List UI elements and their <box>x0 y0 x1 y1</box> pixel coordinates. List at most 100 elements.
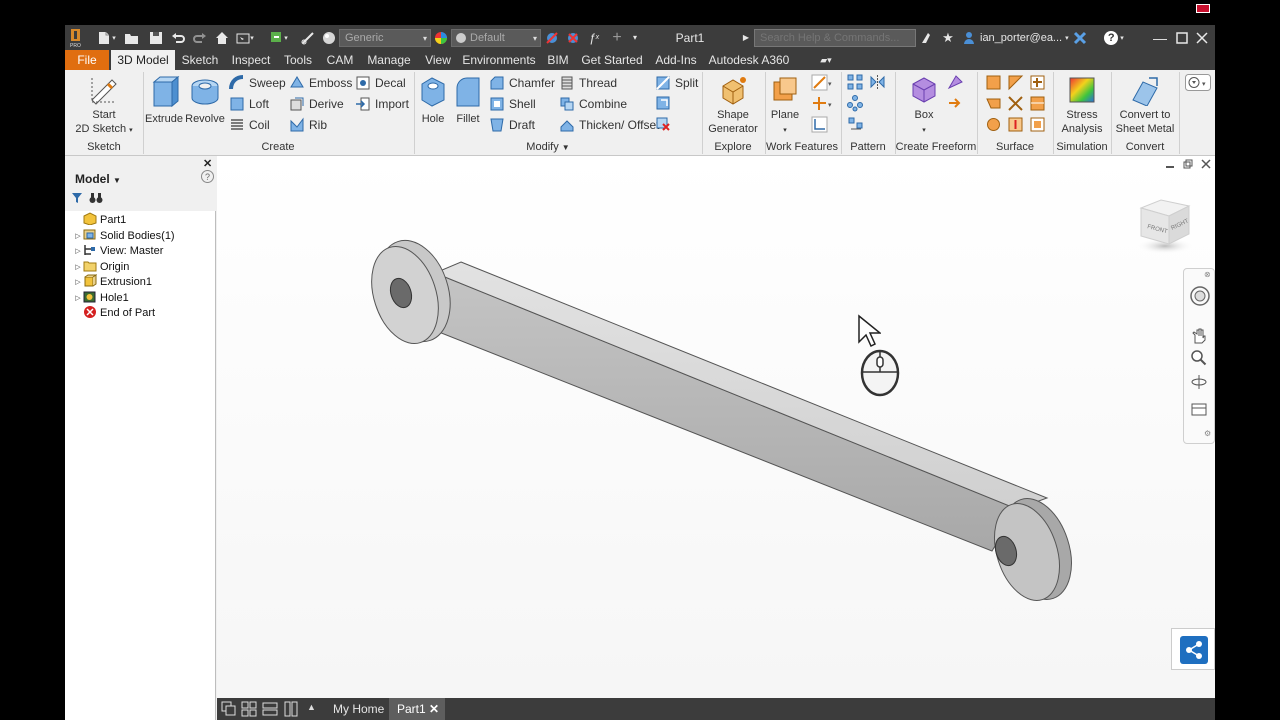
undo-icon[interactable] <box>169 29 187 46</box>
surface-stitch-icon[interactable] <box>985 95 1002 112</box>
appearance-combo[interactable]: Default ▾ <box>451 29 541 47</box>
plane-button[interactable]: Plane ▾ <box>767 74 803 138</box>
tab-environments[interactable]: Environments <box>461 50 537 70</box>
tile-horizontal-icon[interactable] <box>262 701 278 720</box>
star-icon[interactable]: ★ <box>940 29 956 46</box>
help-button[interactable]: ? ▾ <box>1103 29 1125 46</box>
draft-button[interactable]: Draft <box>489 116 535 134</box>
maximize-button[interactable] <box>1173 29 1191 46</box>
tab-manage[interactable]: Manage <box>363 50 415 70</box>
navbar-close-icon[interactable]: ⊗ <box>1204 270 1211 279</box>
tab-3d-model[interactable]: 3D Model <box>111 50 175 70</box>
extrude-button[interactable]: Extrude <box>145 74 183 126</box>
import-button[interactable]: Import <box>355 95 409 113</box>
surface-sculpt-icon[interactable] <box>1007 95 1024 112</box>
save-icon[interactable] <box>147 29 165 46</box>
doc-tab-my-home[interactable]: My Home <box>325 698 387 720</box>
mirror-icon[interactable] <box>869 74 886 91</box>
viewcube[interactable]: FRONT RIGHT <box>1135 194 1195 256</box>
tab-bim[interactable]: BIM <box>543 50 573 70</box>
pan-hand-icon[interactable] <box>1190 327 1208 348</box>
new-icon[interactable]: ▾ <box>95 29 117 46</box>
zoom-icon[interactable] <box>1190 349 1208 370</box>
tab-autodesk-a360[interactable]: Autodesk A360 <box>707 50 791 70</box>
tab-inspect[interactable]: Inspect <box>227 50 275 70</box>
adjust-icon[interactable] <box>544 29 560 46</box>
user-name[interactable]: ian_porter@ea... ▾ <box>980 29 1072 46</box>
tile-windows-icon[interactable] <box>241 701 257 720</box>
minimize-button[interactable]: — <box>1151 29 1169 46</box>
cascade-windows-icon[interactable] <box>221 701 237 720</box>
tree-item[interactable]: ▷ Hole1 <box>73 290 129 306</box>
binoculars-icon[interactable] <box>919 29 935 46</box>
convert-to-sheet-metal-button[interactable]: Convert to Sheet Metal <box>1113 74 1177 136</box>
plus-icon[interactable]: + <box>609 29 625 46</box>
appearance-sphere-icon[interactable] <box>321 29 337 46</box>
tile-vertical-icon[interactable] <box>283 701 299 720</box>
ucs-icon[interactable] <box>811 116 828 133</box>
search-input[interactable] <box>754 29 916 47</box>
canvas-minimize-icon[interactable] <box>1165 159 1175 169</box>
decal-button[interactable]: Decal <box>355 74 406 92</box>
redo-icon[interactable] <box>191 29 209 46</box>
surface-repair-icon[interactable] <box>1029 116 1046 133</box>
shell-button[interactable]: Shell <box>489 95 536 113</box>
freeform-edit-icon[interactable] <box>947 74 964 91</box>
revolve-button[interactable]: Revolve <box>185 74 225 126</box>
tree-item[interactable]: ▷ View: Master <box>73 243 163 259</box>
expand-arrow-icon[interactable]: ▷ <box>73 278 83 286</box>
shape-generator-button[interactable]: Shape Generator <box>705 74 761 136</box>
loft-button[interactable]: Loft <box>229 95 269 113</box>
browser-title[interactable]: Model ▼ <box>75 172 121 186</box>
tab-tools[interactable]: Tools <box>278 50 318 70</box>
tree-item[interactable]: Part1 <box>73 212 126 228</box>
delete-face-icon[interactable] <box>655 116 672 133</box>
circular-pattern-icon[interactable] <box>847 95 864 112</box>
exchange-icon[interactable] <box>1071 29 1089 46</box>
user-icon[interactable] <box>961 29 977 46</box>
canvas-restore-icon[interactable] <box>1183 159 1193 169</box>
emboss-button[interactable]: Emboss <box>289 74 352 92</box>
clear-icon[interactable] <box>565 29 581 46</box>
find-binoculars-icon[interactable] <box>89 192 103 207</box>
tab-sketch[interactable]: Sketch <box>178 50 222 70</box>
app-logo[interactable]: PRO <box>69 27 83 49</box>
tree-item[interactable]: End of Part <box>73 305 155 321</box>
doc-tab-close-icon[interactable]: ✕ <box>429 698 439 720</box>
home-icon[interactable] <box>213 29 231 46</box>
open-icon[interactable] <box>123 29 141 46</box>
stress-analysis-button[interactable]: Stress Analysis <box>1055 74 1109 136</box>
derive-button[interactable]: Derive <box>289 95 344 113</box>
thread-button[interactable]: Thread <box>559 74 617 92</box>
combine-button[interactable]: Combine <box>559 95 627 113</box>
sketch-pattern-icon[interactable] <box>847 116 864 133</box>
graphics-window[interactable]: FRONT RIGHT ⊗ ⚙ <box>217 156 1215 698</box>
tree-item[interactable]: ▷ Extrusion1 <box>73 274 152 290</box>
tree-item[interactable]: ▷ Origin <box>73 259 129 275</box>
rectangular-pattern-icon[interactable] <box>847 74 864 91</box>
update-icon[interactable]: ▾ <box>268 29 290 46</box>
split-button[interactable]: Split <box>655 74 698 92</box>
surface-trim-icon[interactable] <box>1007 74 1024 91</box>
expand-arrow-icon[interactable]: ▷ <box>73 232 83 240</box>
surface-boundary-icon[interactable] <box>985 116 1002 133</box>
fillet-button[interactable]: Fillet <box>451 74 485 126</box>
tab-add-ins[interactable]: Add-Ins <box>651 50 701 70</box>
tab-get-started[interactable]: Get Started <box>579 50 645 70</box>
qat-dropdown-icon[interactable]: ▾ <box>629 29 641 46</box>
share-button[interactable] <box>1171 628 1215 670</box>
surface-replace-icon[interactable] <box>1007 116 1024 133</box>
canvas-close-icon[interactable] <box>1201 159 1211 169</box>
chamfer-button[interactable]: Chamfer <box>489 74 555 92</box>
expand-arrow-icon[interactable]: ▷ <box>73 294 83 302</box>
tab-view[interactable]: View <box>420 50 456 70</box>
tab-file[interactable]: File <box>65 50 109 70</box>
search-arrow-icon[interactable]: ▶ <box>741 29 751 46</box>
direct-edit-icon[interactable] <box>655 95 672 112</box>
expand-arrow-icon[interactable]: ▷ <box>73 263 83 271</box>
select-icon[interactable]: ▾ <box>234 29 256 46</box>
color-wheel-icon[interactable] <box>433 29 449 46</box>
panel-title-modify[interactable]: Modify ▼ <box>414 141 682 155</box>
navbar-options-icon[interactable]: ⚙ <box>1204 429 1211 438</box>
look-at-icon[interactable] <box>1190 401 1208 422</box>
